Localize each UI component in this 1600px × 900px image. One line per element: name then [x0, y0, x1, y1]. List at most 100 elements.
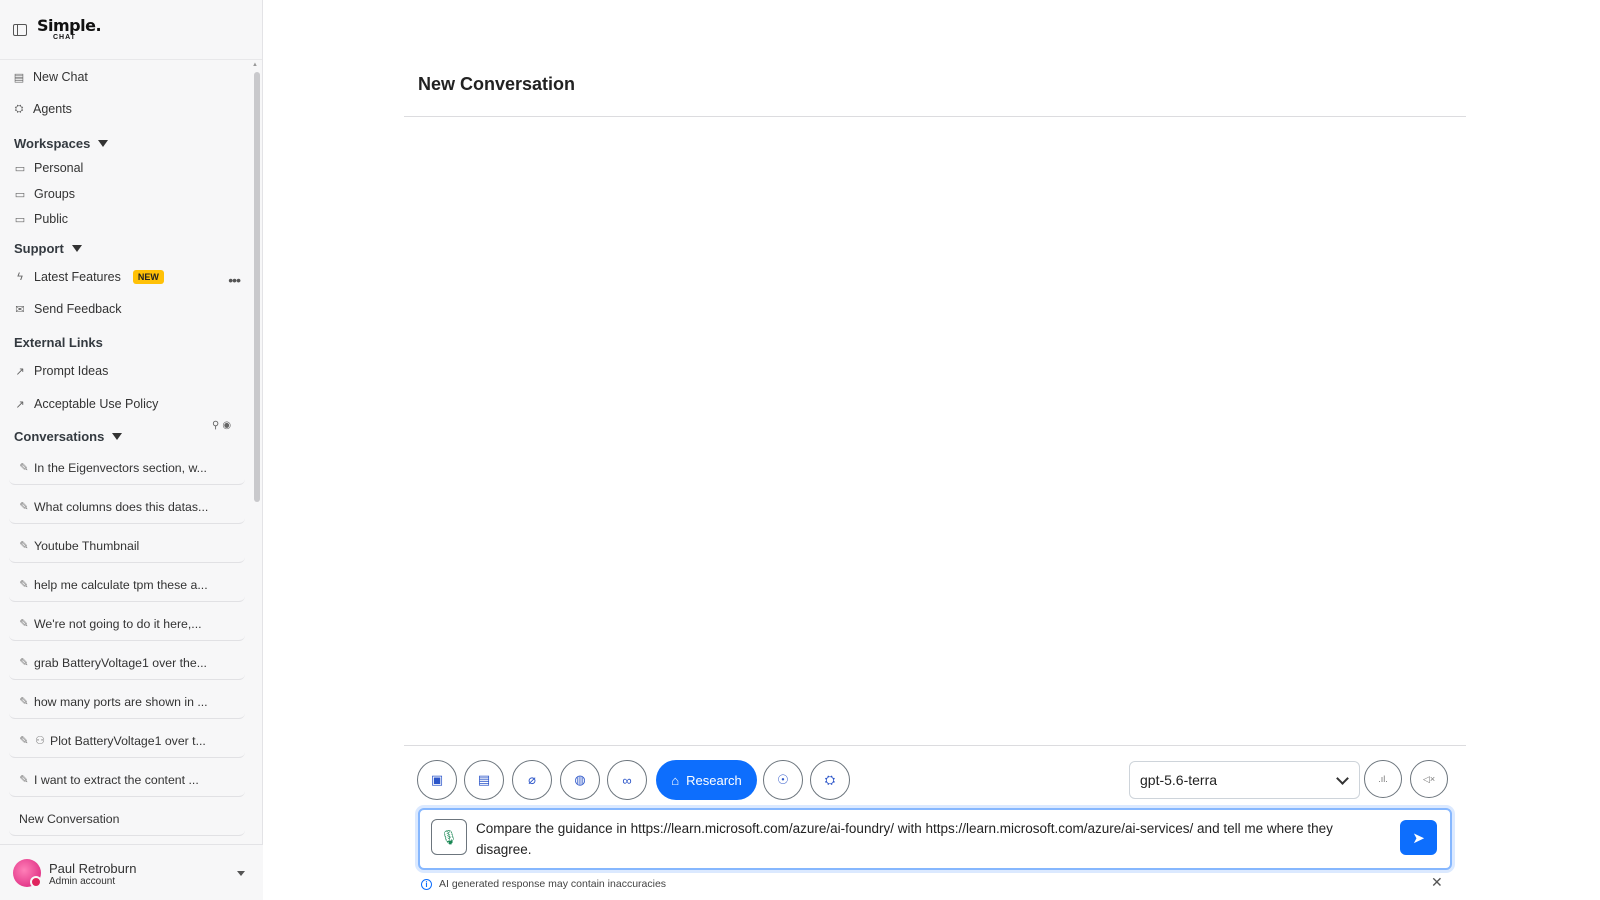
list-item[interactable]: ✎ In the Eigenvectors section, w... [9, 451, 245, 485]
list-item[interactable]: ✎ I want to extract the content ... [9, 763, 245, 797]
send-icon: ➤ [1412, 829, 1425, 847]
close-icon[interactable]: ✕ [1431, 874, 1443, 891]
agents-link[interactable]: ⛭ Agents [13, 102, 72, 116]
external-link-icon: ↗ [15, 398, 25, 411]
divider [404, 745, 1466, 746]
agents-label: Agents [33, 102, 72, 116]
attach-file-button[interactable]: ⌀ [512, 760, 552, 800]
message-input[interactable]: Compare the guidance in https://learn.mi… [476, 818, 1386, 860]
sidebar-item-public[interactable]: ▭ Public [14, 212, 68, 226]
reasoning-button[interactable]: ☉ [763, 760, 803, 800]
globe-icon: ◍ [574, 772, 586, 787]
divider [404, 116, 1466, 117]
send-button[interactable]: ➤ [1400, 820, 1437, 855]
chat-icon: ▤ [13, 71, 25, 84]
image-icon: ▣ [430, 772, 444, 787]
conversation-title: Youtube Thumbnail [34, 538, 140, 553]
web-search-button[interactable]: ◍ [560, 760, 600, 800]
sidebar-item-label: Groups [34, 187, 75, 201]
microphone-button[interactable]: 🎙 [431, 819, 467, 855]
sidebar-item-personal[interactable]: ▭ Personal [14, 161, 84, 175]
research-icon: ⌂ [671, 772, 680, 788]
image-upload-button[interactable]: ▣ [417, 760, 457, 800]
info-icon: i [421, 878, 432, 890]
sidebar-scrollbar-thumb[interactable] [254, 72, 260, 502]
list-item[interactable]: ✎ ⚇ Plot BatteryVoltage1 over t... [9, 724, 245, 758]
link-button[interactable]: ∞ [607, 760, 647, 800]
user-role: Admin account [49, 876, 116, 887]
more-options-icon[interactable]: ••• [228, 272, 241, 288]
sidebar-item-groups[interactable]: ▭ Groups [14, 187, 75, 201]
list-item[interactable]: ✎ We're not going to do it here,... [9, 607, 245, 641]
robot-icon: ⛭ [824, 772, 836, 787]
caret-down-icon [71, 245, 82, 252]
mute-button[interactable]: ◁× [1410, 760, 1448, 798]
prompt-ideas-link[interactable]: ↗ Prompt Ideas [14, 364, 108, 378]
workspaces-heading-label: Workspaces [14, 136, 91, 151]
send-feedback-link[interactable]: ✉ Send Feedback [14, 302, 122, 316]
conversation-tools: ⚲ ◉ [212, 420, 231, 431]
search-icon[interactable]: ⚲ [212, 420, 219, 431]
pin-icon: ✎ [19, 735, 29, 747]
conversation-title: In the Eigenvectors section, w... [34, 460, 207, 475]
feedback-icon: ✉ [15, 303, 25, 316]
send-feedback-label: Send Feedback [34, 302, 122, 316]
pin-icon: ✎ [19, 696, 29, 708]
audio-wave-icon: .ıl. [1378, 774, 1388, 784]
list-item[interactable]: ✎ What columns does this datas... [9, 490, 245, 524]
workspaces-heading[interactable]: Workspaces [14, 136, 109, 151]
external-link-icon: ↗ [15, 365, 25, 378]
message-input-container[interactable]: 🎙 Compare the guidance in https://learn.… [418, 808, 1452, 870]
latest-features-label: Latest Features [34, 270, 121, 284]
model-select[interactable]: gpt-5.6-terra [1129, 761, 1360, 799]
eye-icon[interactable]: ◉ [222, 420, 231, 431]
chevron-down-icon[interactable] [237, 871, 245, 876]
list-item[interactable]: ✎ grab BatteryVoltage1 over the... [9, 646, 245, 680]
support-heading-label: Support [14, 241, 64, 256]
app-logo: Simple. CHAT [37, 18, 102, 42]
sidebar-toggle-icon[interactable] [13, 23, 27, 36]
new-chat-label: New Chat [33, 70, 88, 84]
new-chat-link[interactable]: ▤ New Chat [13, 70, 88, 84]
research-label: Research [686, 772, 742, 788]
conversation-title: help me calculate tpm these a... [34, 577, 208, 592]
conversation-title: I want to extract the content ... [34, 772, 199, 787]
list-item[interactable]: ✎ Youtube Thumbnail [9, 529, 245, 563]
chevron-down-icon [1336, 772, 1349, 785]
conversation-title: What columns does this datas... [34, 499, 209, 514]
latest-features-link[interactable]: ϟ Latest Features NEW [14, 270, 164, 284]
sidebar-item-label: Personal [34, 161, 84, 175]
conversations-heading[interactable]: Conversations [14, 429, 123, 444]
list-item[interactable]: ✎ how many ports are shown in ... [9, 685, 245, 719]
external-links-heading-label: External Links [14, 335, 103, 350]
conversation-title: grab BatteryVoltage1 over the... [34, 655, 207, 670]
conversations-heading-label: Conversations [14, 429, 105, 444]
list-item[interactable]: New Conversation [9, 802, 245, 836]
user-name: Paul Retroburn [49, 861, 137, 876]
speaker-mute-icon: ◁× [1422, 773, 1436, 784]
acceptable-use-link[interactable]: ↗ Acceptable Use Policy [14, 397, 158, 411]
brand-bar: Simple. CHAT [0, 0, 262, 60]
pin-icon: ✎ [19, 657, 29, 669]
paperclip-icon: ⌀ [528, 772, 536, 787]
conversation-title: Plot BatteryVoltage1 over t... [50, 733, 206, 748]
link-icon: ∞ [622, 772, 632, 788]
list-item[interactable]: ✎ help me calculate tpm these a... [9, 568, 245, 602]
disclaimer: i AI generated response may contain inac… [421, 878, 666, 890]
group-icon: ⚇ [35, 735, 45, 747]
lightbulb-icon: ☉ [777, 772, 789, 787]
lightning-icon: ϟ [17, 271, 23, 283]
research-button[interactable]: ⌂ Research [656, 760, 757, 800]
voice-mode-button[interactable]: .ıl. [1364, 760, 1402, 798]
sidebar-scrollbar[interactable] [254, 62, 260, 827]
document-button[interactable]: ▤ [464, 760, 504, 800]
document-icon: ▤ [477, 772, 491, 787]
page-title: New Conversation [418, 74, 576, 94]
agent-button[interactable]: ⛭ [810, 760, 850, 800]
acceptable-use-label: Acceptable Use Policy [34, 397, 159, 411]
support-heading[interactable]: Support [14, 241, 82, 256]
conversation-title: New Conversation [19, 811, 120, 826]
pin-icon: ✎ [19, 501, 29, 513]
user-menu[interactable]: Paul Retroburn Admin account [0, 844, 263, 900]
disclaimer-text: AI generated response may contain inaccu… [439, 878, 667, 890]
